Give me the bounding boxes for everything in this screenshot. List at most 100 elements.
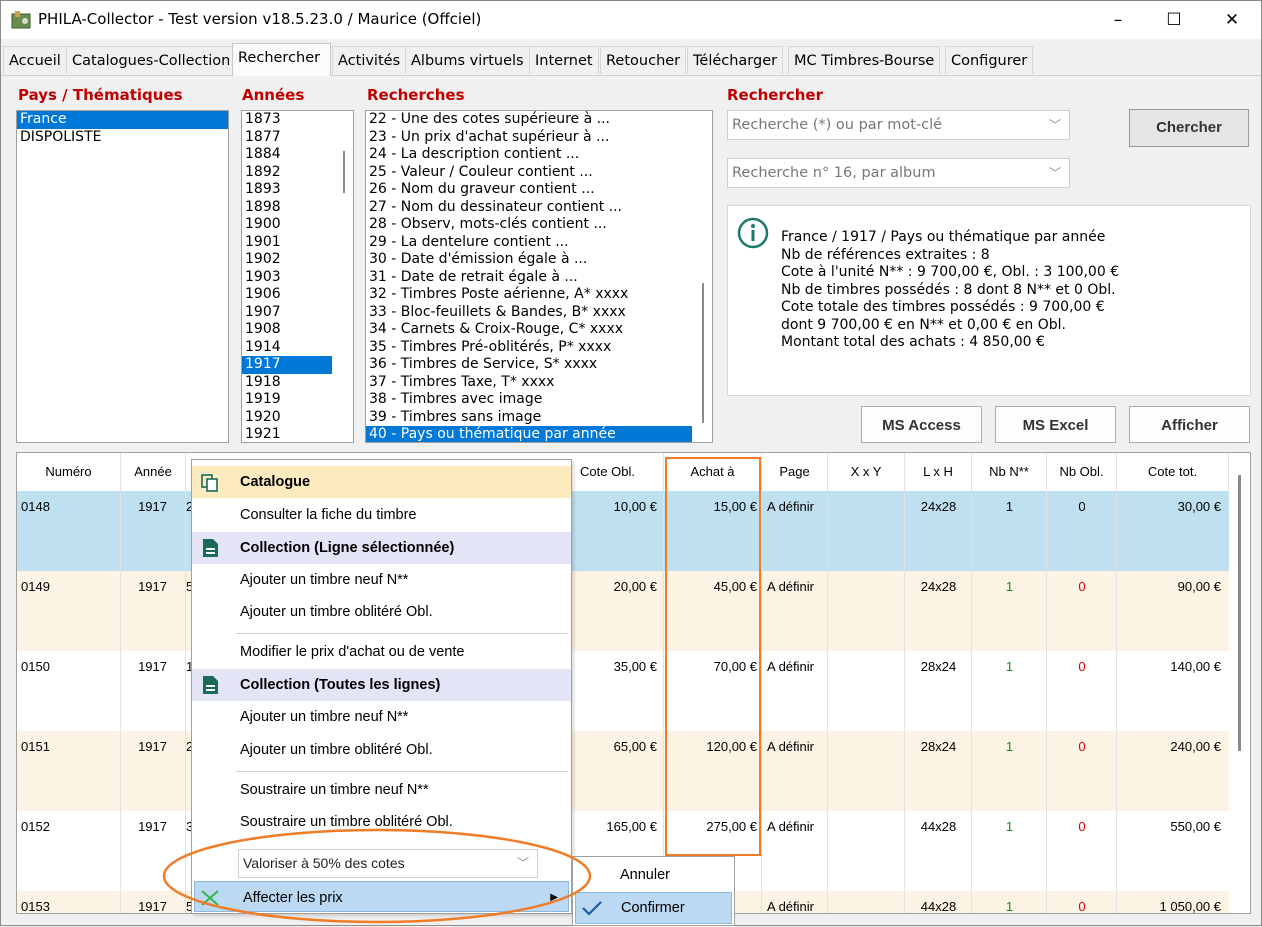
header-numero[interactable]: Numéro bbox=[17, 453, 121, 491]
list-item[interactable]: 34 - Carnets & Croix-Rouge, C* xxxx bbox=[366, 321, 692, 339]
list-item[interactable]: 1873 bbox=[242, 111, 332, 129]
menu-header-catalogue: Catalogue bbox=[192, 466, 571, 498]
tab-mc-timbres-bourse[interactable]: MC Timbres-Bourse bbox=[788, 46, 941, 74]
menu-ajouter-neuf[interactable]: Ajouter un timbre neuf N** bbox=[192, 564, 571, 596]
list-item[interactable]: 22 - Une des cotes supérieure à ... bbox=[366, 111, 692, 129]
pays-listbox[interactable]: France DISPOLISTE bbox=[16, 110, 229, 443]
column-divider bbox=[761, 651, 762, 731]
list-item[interactable]: 26 - Nom du graveur contient ... bbox=[366, 181, 692, 199]
list-item[interactable]: 1892 bbox=[242, 164, 332, 182]
header-cotetot[interactable]: Cote tot. bbox=[1117, 453, 1229, 491]
list-item[interactable]: 1893 bbox=[242, 181, 332, 199]
column-divider bbox=[761, 491, 762, 571]
list-item[interactable]: 1908 bbox=[242, 321, 332, 339]
cell-nbobl: 0 bbox=[1078, 739, 1086, 754]
list-item[interactable]: 39 - Timbres sans image bbox=[366, 409, 692, 427]
list-item[interactable]: 35 - Timbres Pré-oblitérés, P* xxxx bbox=[366, 339, 692, 357]
tab-albums-virtuels[interactable]: Albums virtuels bbox=[405, 46, 530, 74]
cell-lh: 28x24 bbox=[920, 739, 957, 754]
list-item[interactable]: 1906 bbox=[242, 286, 332, 304]
maximize-button[interactable]: ☐ bbox=[1151, 5, 1197, 35]
list-item[interactable]: 24 - La description contient ... bbox=[366, 146, 692, 164]
list-item[interactable]: 38 - Timbres avec image bbox=[366, 391, 692, 409]
list-item[interactable]: 1902 bbox=[242, 251, 332, 269]
list-item[interactable]: 1884 bbox=[242, 146, 332, 164]
list-item[interactable]: DISPOLISTE bbox=[17, 129, 228, 147]
cell-page: A définir bbox=[767, 499, 814, 514]
header-annee[interactable]: Année bbox=[121, 453, 186, 491]
minimize-button[interactable]: – bbox=[1095, 5, 1141, 35]
app-window: PHILA-Collector - Test version v18.5.23.… bbox=[0, 0, 1262, 926]
column-divider bbox=[761, 811, 762, 891]
tab-telecharger[interactable]: Télécharger bbox=[687, 46, 784, 74]
menu-ajouter-oblitere[interactable]: Ajouter un timbre oblitéré Obl. bbox=[192, 596, 571, 628]
grid-scrollbar-thumb[interactable] bbox=[1238, 475, 1241, 751]
menu-soustraire-neuf[interactable]: Soustraire un timbre neuf N** bbox=[192, 774, 571, 806]
list-item[interactable]: 1877 bbox=[242, 129, 332, 147]
tab-accueil[interactable]: Accueil bbox=[3, 46, 67, 74]
list-item[interactable]: 40 - Pays ou thématique par année bbox=[366, 426, 692, 442]
tab-rechercher[interactable]: Rechercher bbox=[232, 43, 331, 76]
menu-header-collection-selection: Collection (Ligne sélectionnée) bbox=[192, 532, 571, 564]
cell-lh: 24x28 bbox=[920, 499, 957, 514]
list-item[interactable]: 33 - Bloc-feuillets & Bandes, B* xxxx bbox=[366, 304, 692, 322]
cell-page: A définir bbox=[767, 659, 814, 674]
cell-nbobl: 0 bbox=[1078, 659, 1086, 674]
list-item[interactable]: 1917 bbox=[242, 356, 332, 374]
list-item[interactable]: 1914 bbox=[242, 339, 332, 357]
tab-retoucher[interactable]: Retoucher bbox=[600, 46, 687, 74]
list-item[interactable]: 1920 bbox=[242, 409, 332, 427]
list-item[interactable]: France bbox=[17, 111, 228, 129]
header-page[interactable]: Page bbox=[762, 453, 828, 491]
tab-internet[interactable]: Internet bbox=[529, 46, 599, 74]
header-nbobl[interactable]: Nb Obl. bbox=[1047, 453, 1117, 491]
tab-activites[interactable]: Activités bbox=[332, 46, 407, 74]
list-item[interactable]: 31 - Date de retrait égale à ... bbox=[366, 269, 692, 287]
afficher-button[interactable]: Afficher bbox=[1129, 406, 1250, 443]
cell-page: A définir bbox=[767, 579, 814, 594]
list-item[interactable]: 1900 bbox=[242, 216, 332, 234]
album-search-combo[interactable]: Recherche n° 16, par album ﹀ bbox=[727, 158, 1070, 188]
list-item[interactable]: 37 - Timbres Taxe, T* xxxx bbox=[366, 374, 692, 392]
ms-excel-button[interactable]: MS Excel bbox=[995, 406, 1116, 443]
recherches-scrollbar-thumb[interactable] bbox=[702, 283, 704, 423]
menu-ajouter-oblitere-all[interactable]: Ajouter un timbre oblitéré Obl. bbox=[192, 734, 571, 766]
list-item[interactable]: 27 - Nom du dessinateur contient ... bbox=[366, 199, 692, 217]
keyword-search-combo[interactable]: Recherche (*) ou par mot-clé ﹀ bbox=[727, 110, 1070, 140]
cell-cotetot: 90,00 € bbox=[1177, 579, 1221, 594]
column-divider bbox=[761, 731, 762, 811]
list-item[interactable]: 1919 bbox=[242, 391, 332, 409]
cell-nbobl: 0 bbox=[1078, 579, 1086, 594]
list-item[interactable]: 36 - Timbres de Service, S* xxxx bbox=[366, 356, 692, 374]
list-item[interactable]: 32 - Timbres Poste aérienne, A* xxxx bbox=[366, 286, 692, 304]
list-item[interactable]: 1918 bbox=[242, 374, 332, 392]
cell-numero: 0152 bbox=[21, 819, 50, 834]
recherches-listbox[interactable]: 22 - Une des cotes supérieure à ... 23 - … bbox=[365, 110, 713, 443]
list-item[interactable]: 1903 bbox=[242, 269, 332, 287]
list-item[interactable]: 23 - Un prix d'achat supérieur à ... bbox=[366, 129, 692, 147]
list-item[interactable]: 1898 bbox=[242, 199, 332, 217]
cell-annee: 1917 bbox=[138, 579, 167, 594]
annees-scrollbar-thumb[interactable] bbox=[343, 151, 345, 193]
cell-annee: 1917 bbox=[138, 659, 167, 674]
list-item[interactable]: 30 - Date d'émission égale à ... bbox=[366, 251, 692, 269]
annees-listbox[interactable]: 1873 1877 1884 1892 1893 1898 1900 1901 1902 1903… bbox=[241, 110, 354, 443]
tab-configurer[interactable]: Configurer bbox=[945, 46, 1034, 74]
header-lh[interactable]: L x H bbox=[905, 453, 972, 491]
tab-catalogues-collection[interactable]: Catalogues-Collection bbox=[66, 46, 237, 74]
chercher-button[interactable]: Chercher bbox=[1129, 109, 1249, 147]
header-nbn[interactable]: Nb N** bbox=[972, 453, 1047, 491]
menu-modifier-prix[interactable]: Modifier le prix d'achat ou de vente bbox=[192, 636, 571, 668]
list-item[interactable]: 25 - Valeur / Couleur contient ... bbox=[366, 164, 692, 182]
list-item[interactable]: 29 - La dentelure contient ... bbox=[366, 234, 692, 252]
list-item[interactable]: 1907 bbox=[242, 304, 332, 322]
menu-consulter-fiche[interactable]: Consulter la fiche du timbre bbox=[192, 499, 571, 531]
list-item[interactable]: 1901 bbox=[242, 234, 332, 252]
header-xy[interactable]: X x Y bbox=[828, 453, 905, 491]
menu-ajouter-neuf-all[interactable]: Ajouter un timbre neuf N** bbox=[192, 701, 571, 733]
close-button[interactable]: ✕ bbox=[1209, 5, 1255, 35]
list-item[interactable]: 28 - Observ, mots-clés contient ... bbox=[366, 216, 692, 234]
document-icon bbox=[203, 539, 218, 557]
list-item[interactable]: 1921 bbox=[242, 426, 332, 442]
ms-access-button[interactable]: MS Access bbox=[861, 406, 982, 443]
